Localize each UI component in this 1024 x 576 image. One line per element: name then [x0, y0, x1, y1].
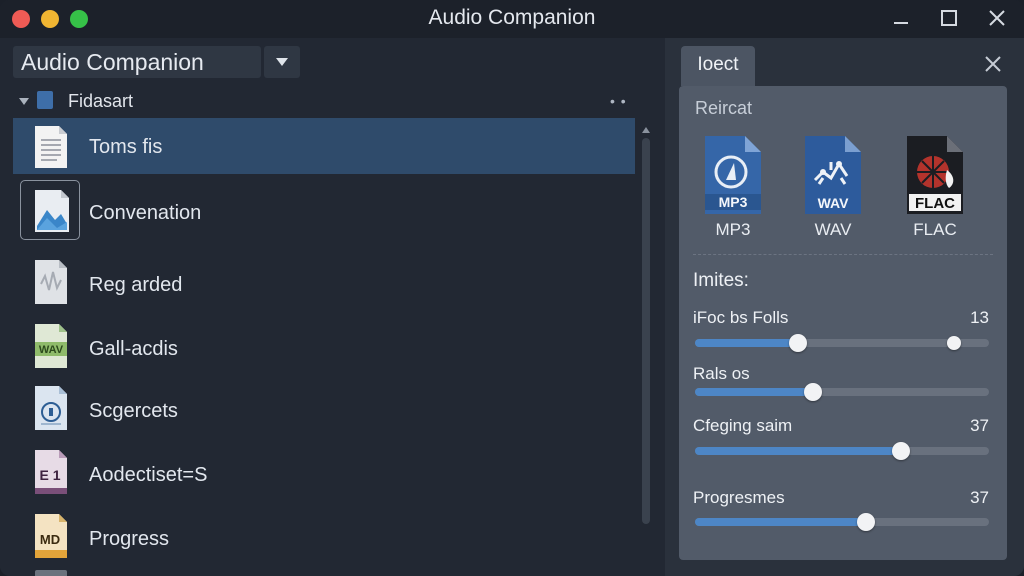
- properties-panel: Reircat MP3 MP3 WAV WAV FLAC FLAC Imites…: [679, 86, 1007, 560]
- slider-value: 37: [970, 416, 989, 435]
- flac-file-icon: FLAC: [907, 136, 963, 214]
- file-name: Gall-acdis: [89, 338, 178, 360]
- file-badge: WAV: [39, 344, 64, 356]
- tree-folder-label: Fidasart: [68, 91, 134, 111]
- title-bar: Audio Companion: [0, 0, 1024, 38]
- document-icon: [35, 126, 67, 168]
- file-row[interactable]: Convenation: [13, 178, 635, 244]
- maximize-icon: [941, 10, 957, 26]
- slider-value: 13: [970, 308, 989, 327]
- file-row[interactable]: WAV Gall-acdis: [13, 314, 635, 376]
- slider-label: Rals os: [693, 364, 750, 383]
- slider-thumb[interactable]: [892, 442, 910, 460]
- slider-thumb[interactable]: [804, 383, 822, 401]
- file-name: Progress: [89, 528, 170, 550]
- tree-folder[interactable]: Fidasart • •: [13, 85, 655, 117]
- wav-file-icon: WAV: [35, 324, 67, 368]
- slider-track[interactable]: [695, 442, 989, 460]
- close-panel-icon[interactable]: [983, 54, 1003, 74]
- md-file-icon: MD: [35, 514, 67, 558]
- app-window: Audio Companion Audio Companion Fidasart…: [0, 0, 1024, 576]
- formats-section-title: Reircat: [695, 98, 753, 118]
- project-selector-dropdown[interactable]: [264, 46, 300, 78]
- slider-track[interactable]: [695, 383, 989, 401]
- format-badge: WAV: [818, 195, 850, 211]
- e1-file-icon: E 1: [35, 450, 67, 494]
- file-icon-partial: [35, 570, 67, 576]
- file-badge: MD: [40, 532, 60, 547]
- format-badge: FLAC: [915, 195, 955, 212]
- format-label: MP3: [715, 220, 751, 239]
- tab-properties[interactable]: Ioect: [681, 46, 755, 86]
- slider-fill: [695, 388, 813, 396]
- circle-file-icon: [35, 386, 67, 430]
- folder-icon: [37, 91, 53, 109]
- image-file-icon: [35, 190, 69, 232]
- minimize-button[interactable]: [888, 6, 914, 32]
- project-selector[interactable]: Audio Companion: [13, 46, 261, 78]
- file-name: Scgercets: [89, 400, 178, 422]
- close-button[interactable]: [984, 6, 1010, 32]
- format-flac[interactable]: FLAC FLAC: [903, 132, 967, 242]
- format-label: WAV: [814, 220, 852, 239]
- slider-value: 37: [970, 488, 989, 507]
- window-title: Audio Companion: [428, 6, 596, 29]
- slider-track[interactable]: [695, 513, 989, 531]
- slider-thumb[interactable]: [789, 334, 807, 352]
- file-name: Toms fis: [89, 136, 163, 158]
- file-row[interactable]: E 1 Aodectiset=S: [13, 440, 635, 502]
- slider-thumb-secondary[interactable]: [947, 336, 961, 350]
- chevron-down-icon: [276, 58, 288, 66]
- file-name: Reg arded: [89, 274, 183, 296]
- properties-pane: Ioect Reircat MP3 MP3 WAV WAV FLAC FLAC …: [665, 38, 1024, 576]
- file-name: Aodectiset=S: [89, 464, 208, 486]
- file-row[interactable]: MD Progress: [13, 504, 635, 566]
- file-name: Convenation: [89, 202, 202, 224]
- slider-fill: [695, 339, 798, 347]
- slider-label: Cfeging saim: [693, 416, 793, 435]
- format-badge: MP3: [719, 194, 748, 210]
- slider-label: Progresmes: [693, 488, 785, 507]
- file-badge: E 1: [39, 467, 60, 483]
- scroll-up-arrow[interactable]: [640, 124, 652, 136]
- slider-thumb[interactable]: [857, 513, 875, 531]
- slider-track[interactable]: [695, 334, 989, 352]
- file-browser-pane: Audio Companion Fidasart • • Toms fis Co…: [0, 38, 665, 576]
- file-row[interactable]: Scgercets: [13, 376, 635, 438]
- format-mp3[interactable]: MP3 MP3: [701, 132, 765, 242]
- limits-section-title: Imites:: [693, 270, 749, 291]
- caret-down-icon[interactable]: [18, 97, 30, 107]
- slider-fill: [695, 447, 901, 455]
- slider-fill: [695, 518, 866, 526]
- slider-label: iFoc bs Folls: [693, 308, 789, 327]
- maximize-button[interactable]: [936, 6, 962, 32]
- close-icon: [989, 10, 1005, 26]
- file-row[interactable]: Reg arded: [13, 250, 635, 312]
- format-wav[interactable]: WAV WAV: [801, 132, 865, 242]
- wav-format-icon: WAV: [805, 136, 861, 214]
- minimize-icon: [894, 22, 908, 24]
- format-label: FLAC: [913, 220, 957, 239]
- file-list: Toms fis Convenation Reg arded WAV Gall-…: [13, 118, 635, 576]
- file-row[interactable]: Toms fis: [13, 118, 635, 174]
- more-options-icon[interactable]: • •: [610, 93, 627, 109]
- scrollbar-thumb[interactable]: [642, 138, 650, 524]
- mp3-file-icon: MP3: [705, 136, 761, 214]
- section-divider: [693, 254, 993, 255]
- audio-file-icon: [35, 260, 67, 304]
- file-row[interactable]: [13, 570, 635, 576]
